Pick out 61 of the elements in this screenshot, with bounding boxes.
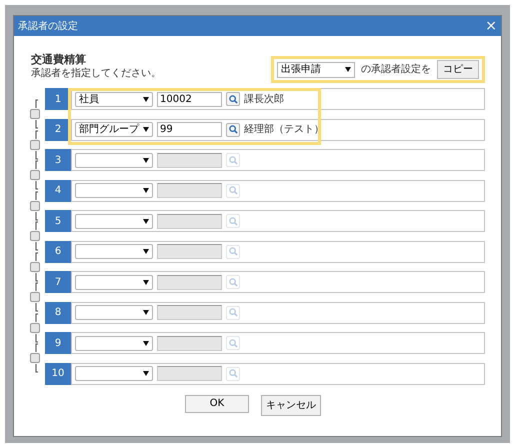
type-select[interactable]: [75, 244, 153, 259]
code-field[interactable]: [157, 305, 222, 320]
code-field[interactable]: [157, 183, 222, 198]
connector-toggle-icon[interactable]: [29, 99, 41, 129]
approver-name: 課長次郎: [244, 92, 284, 106]
search-button[interactable]: [226, 92, 240, 106]
caret-icon: [143, 310, 149, 315]
caret-icon: [143, 249, 149, 254]
row-number: 8: [45, 302, 71, 324]
copy-label: の承認者設定を: [361, 62, 431, 77]
caret-icon: [143, 96, 149, 102]
connector-toggle-icon[interactable]: [29, 130, 41, 160]
connector-toggle-icon[interactable]: [29, 221, 41, 251]
section-heading: 交通費精算: [31, 53, 87, 67]
row-number: 3: [45, 149, 71, 171]
row-number: 10: [45, 362, 71, 384]
caret-icon: [143, 127, 149, 132]
caret-icon: [345, 67, 351, 72]
code-field[interactable]: [157, 152, 222, 168]
type-select[interactable]: [75, 366, 153, 381]
close-button[interactable]: ×: [485, 19, 497, 33]
copy-button[interactable]: コピー: [437, 60, 479, 79]
source-select[interactable]: 出張申請: [277, 62, 355, 78]
connector-toggle-icon[interactable]: [29, 312, 41, 342]
connector-toggle-icon[interactable]: [29, 343, 41, 373]
cancel-button[interactable]: キャンセル: [261, 394, 321, 416]
caret-icon: [143, 158, 149, 162]
search-button[interactable]: [226, 122, 240, 136]
row-number: 7: [45, 271, 71, 293]
row-number: 5: [45, 210, 71, 232]
row-number: 9: [45, 332, 71, 354]
caret-icon: [143, 218, 149, 224]
type-select[interactable]: [75, 336, 153, 350]
caret-icon: [143, 188, 149, 193]
code-field[interactable]: [157, 214, 222, 228]
connector-toggle-icon[interactable]: [29, 252, 41, 282]
connector-toggle-icon[interactable]: [29, 282, 41, 312]
approver-name: 経理部（テスト）: [244, 122, 324, 137]
caret-icon: [143, 280, 149, 284]
type-select[interactable]: [75, 152, 153, 168]
code-field[interactable]: 99: [157, 122, 222, 137]
type-select[interactable]: [75, 274, 153, 290]
code-field[interactable]: 10002: [157, 92, 222, 106]
connector-toggle-icon[interactable]: [29, 190, 41, 220]
caret-icon: [143, 371, 149, 376]
type-select[interactable]: [75, 183, 153, 198]
code-field[interactable]: [157, 244, 222, 259]
instruction-text: 承認者を指定してください。: [31, 67, 161, 81]
code-field[interactable]: [157, 336, 222, 350]
connector-toggle-icon[interactable]: [29, 160, 41, 190]
row-number: 6: [45, 240, 71, 262]
type-select[interactable]: [75, 305, 153, 320]
row-number: 4: [45, 180, 71, 202]
window-title: 承認者の設定: [18, 20, 78, 34]
type-select[interactable]: [75, 214, 153, 228]
code-field[interactable]: [157, 366, 222, 381]
type-select[interactable]: 社員: [75, 92, 153, 106]
caret-icon: [143, 340, 149, 346]
type-select[interactable]: 部門グループ: [75, 122, 153, 137]
code-field[interactable]: [157, 274, 222, 290]
ok-button[interactable]: OK: [185, 394, 249, 412]
